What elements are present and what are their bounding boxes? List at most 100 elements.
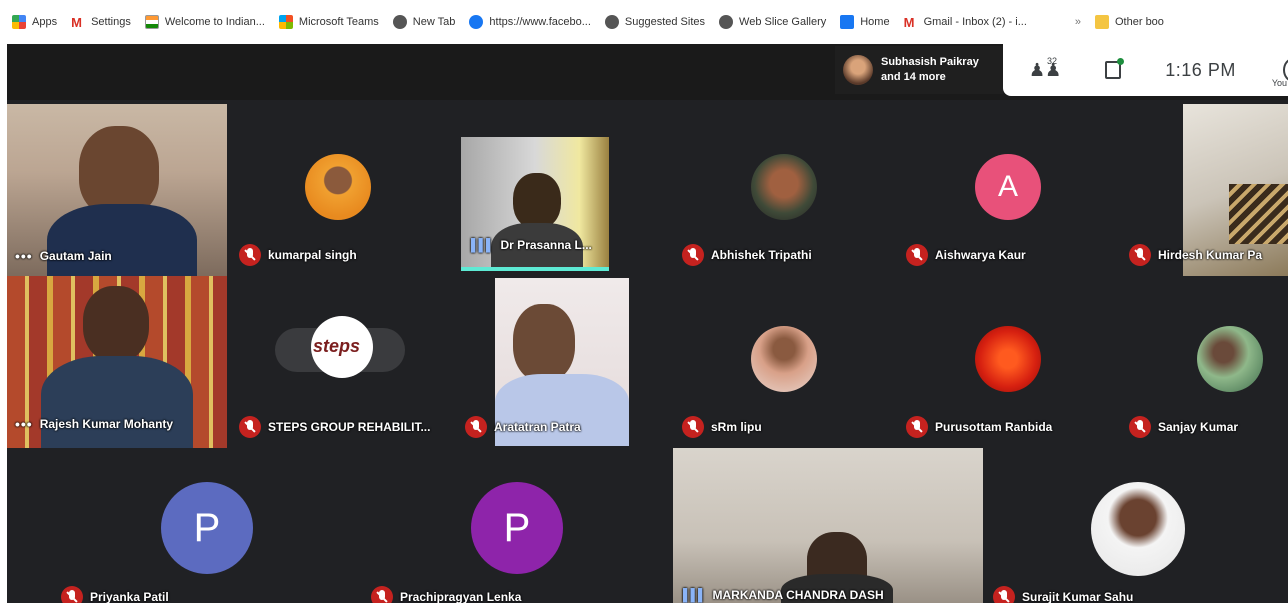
participant-avatar: A [975, 154, 1041, 220]
audio-wave-icon: ▌▌▌ [471, 238, 494, 252]
participant-name: STEPS GROUP REHABILIT... [268, 420, 431, 434]
mic-off-icon [1129, 244, 1151, 266]
participant-avatar [1197, 326, 1263, 392]
bookmark-settings[interactable]: M Settings [71, 15, 131, 30]
presenter-avatar [843, 55, 873, 85]
meeting-clock: 1:16 PM [1165, 59, 1236, 80]
participant-name: Priyanka Patil [90, 590, 169, 603]
participant-name: Gautam Jain [39, 249, 112, 263]
tile-purusottam-ranbida[interactable]: Purusottam Ranbida [901, 276, 1129, 448]
participant-name: MARKANDA CHANDRA DASH [712, 588, 884, 602]
person-body [41, 356, 193, 448]
participant-avatar [751, 326, 817, 392]
tile-markanda-chandra-dash[interactable]: ▌▌▌ MARKANDA CHANDRA DASH [673, 448, 983, 603]
facebook-icon [840, 15, 855, 29]
steps-logo-text: steps [313, 336, 361, 356]
speaking-border [461, 267, 609, 271]
bookmark-web-slice[interactable]: Web Slice Gallery [719, 15, 826, 29]
gmail-icon: M [903, 15, 915, 30]
mic-off-icon [465, 416, 487, 438]
globe-icon [392, 15, 407, 29]
tile-surajit-kumar-sahu[interactable]: Surajit Kumar Sahu [987, 448, 1287, 603]
globe-icon [719, 15, 734, 29]
folder-icon [1095, 15, 1109, 29]
participant-avatar [975, 326, 1041, 392]
mic-off-icon [906, 416, 928, 438]
participant-name: Sanjay Kumar [1158, 420, 1239, 434]
globe-icon [604, 15, 619, 29]
facebook-icon [469, 15, 484, 29]
bookmark-new-tab[interactable]: New Tab [392, 15, 455, 29]
person-body [47, 204, 197, 276]
person-silhouette [83, 286, 149, 362]
participant-avatar: P [471, 482, 563, 574]
mic-off-icon [682, 416, 704, 438]
bookmark-suggested[interactable]: Suggested Sites [604, 15, 705, 29]
presenter-chip[interactable]: Subhasish Paikray and 14 more [835, 46, 1003, 94]
teams-icon [278, 15, 293, 29]
mic-off-icon [1129, 416, 1151, 438]
tile-dr-prasanna[interactable]: ▌▌▌ Dr Prasanna L... [461, 137, 609, 271]
bookmarks-more-button[interactable]: » [1075, 16, 1081, 28]
participant-avatar: P [161, 482, 253, 574]
participant-name: Aishwarya Kaur [935, 248, 1026, 262]
person-silhouette [79, 126, 159, 216]
tile-hirdesh-kumar[interactable]: Hirdesh Kumar Pa [1119, 104, 1288, 276]
presenter-others: and 14 more [881, 71, 946, 83]
chat-icon[interactable] [1105, 58, 1125, 79]
participant-name: Aratatran Patra [494, 420, 581, 434]
audio-wave-icon: ▌▌▌ [683, 588, 706, 602]
participant-name: Surajit Kumar Sahu [1022, 590, 1134, 603]
tile-gautam-jain[interactable]: ••• Gautam Jain [7, 104, 227, 276]
bookmark-facebook[interactable]: https://www.facebo... [469, 15, 591, 29]
background-object [1229, 184, 1288, 244]
bookmark-gmail[interactable]: M Gmail - Inbox (2) - i... [903, 15, 1027, 30]
other-bookmarks[interactable]: Other boo [1095, 15, 1164, 29]
you-label: You [1271, 78, 1287, 88]
person-silhouette [513, 304, 575, 382]
participant-avatar [305, 154, 371, 220]
tile-kumarpal-singh[interactable]: kumarpal singh [233, 104, 461, 276]
person-silhouette [513, 173, 561, 229]
tile-priyanka-patil[interactable]: P Priyanka Patil [55, 448, 355, 603]
participant-name: Abhishek Tripathi [711, 248, 812, 262]
tile-rajesh-kumar-mohanty[interactable]: ••• Rajesh Kumar Mohanty [7, 276, 227, 448]
participant-name: kumarpal singh [268, 248, 357, 262]
tile-srm-lipu[interactable]: sRm lipu [677, 276, 905, 448]
bookmarks-bar: Apps M Settings Welcome to Indian... Micr… [0, 0, 1288, 44]
bookmark-home[interactable]: Home [840, 15, 890, 29]
participant-avatar [751, 154, 817, 220]
presenter-name: Subhasish Paikray [881, 56, 979, 68]
bookmark-welcome[interactable]: Welcome to Indian... [144, 15, 265, 29]
meeting-tray: ♟♟ 32 1:16 PM You [1003, 44, 1288, 96]
participant-name: Hirdesh Kumar Pa [1158, 248, 1263, 262]
tile-abhishek-tripathi[interactable]: Abhishek Tripathi [677, 104, 905, 276]
speaking-indicator: ••• [15, 248, 33, 264]
people-count: 32 [1047, 55, 1058, 66]
mic-off-icon [682, 244, 704, 266]
meeting-grid: Subhasish Paikray and 14 more ♟♟ 32 1:16 … [7, 44, 1288, 603]
speaking-indicator: ••• [15, 416, 33, 432]
participant-name: Prachipragyan Lenka [400, 590, 522, 603]
mic-off-icon [906, 244, 928, 266]
bookmark-apps[interactable]: Apps [12, 15, 57, 29]
participant-name: Rajesh Kumar Mohanty [39, 417, 174, 431]
participant-name: Purusottam Ranbida [935, 420, 1053, 434]
gmail-icon: M [71, 15, 82, 30]
flag-icon [144, 15, 159, 29]
mic-off-icon [993, 586, 1015, 603]
participant-name: Dr Prasanna L... [500, 238, 592, 252]
mic-off-icon [239, 416, 261, 438]
participant-avatar [1091, 482, 1185, 576]
mic-off-icon [61, 586, 83, 603]
people-button[interactable]: ♟♟ 32 [1029, 56, 1061, 81]
mic-off-icon [239, 244, 261, 266]
tile-sanjay-kumar[interactable]: Sanjay Kumar [1119, 276, 1288, 448]
mic-off-icon [371, 586, 393, 603]
bookmark-teams[interactable]: Microsoft Teams [278, 15, 379, 29]
apps-icon [12, 15, 26, 29]
participant-name: sRm lipu [711, 420, 762, 434]
tile-prachipragyan-lenka[interactable]: P Prachipragyan Lenka [365, 448, 665, 603]
tile-aishwarya-kaur[interactable]: A Aishwarya Kaur [901, 104, 1129, 276]
tile-steps-group[interactable]: steps STEPS GROUP REHABILIT... [233, 276, 461, 448]
